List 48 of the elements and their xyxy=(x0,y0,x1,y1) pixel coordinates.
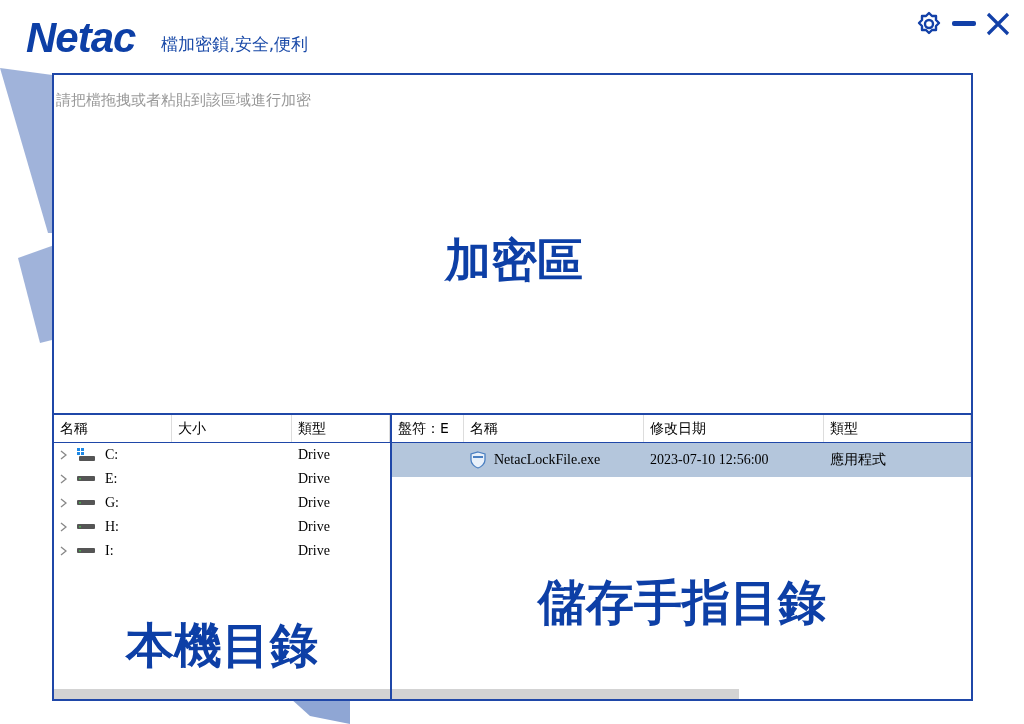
system-drive-icon xyxy=(77,448,95,462)
drop-hint: 請把檔拖拽或者粘貼到該區域進行加密 xyxy=(56,91,312,110)
netac-logo: Netac xyxy=(26,14,136,62)
file-row[interactable]: NetacLockFile.exe 2023-07-10 12:56:00 應用程式 xyxy=(392,443,971,477)
drive-icon xyxy=(77,476,95,482)
horizontal-scrollbar[interactable] xyxy=(54,689,390,699)
column-header[interactable]: 名稱 xyxy=(54,415,172,442)
drive-row[interactable]: H: Drive xyxy=(54,515,390,539)
type-cell-text: Drive xyxy=(297,519,331,535)
date-cell-text: 2023-07-10 12:56:00 xyxy=(649,452,770,468)
panel-title: 儲存手指目錄 xyxy=(537,573,826,632)
panel-title: 本機目錄 xyxy=(126,616,318,675)
expand-chevron-icon[interactable] xyxy=(60,474,67,484)
shield-icon xyxy=(470,451,486,469)
type-cell-text: Drive xyxy=(297,471,331,487)
column-header[interactable]: 大小 xyxy=(172,415,292,442)
area-title: 加密區 xyxy=(444,232,583,289)
tagline: 檔加密鎖,安全,便利 xyxy=(161,32,309,56)
type-cell-text: Drive xyxy=(297,543,331,559)
type-cell-text: Drive xyxy=(297,447,331,463)
drive-row[interactable]: G: Drive xyxy=(54,491,390,515)
file-name: NetacLockFile.exe xyxy=(494,452,601,468)
drive-icon xyxy=(77,500,95,506)
settings-icon[interactable] xyxy=(916,11,942,37)
drive-name: H: xyxy=(105,519,119,535)
drive-name: C: xyxy=(105,447,119,463)
drive-icon xyxy=(77,548,95,554)
column-header[interactable]: 修改日期 xyxy=(644,415,824,442)
column-header[interactable]: 名稱 xyxy=(464,415,644,442)
column-header[interactable]: 盤符：E xyxy=(392,415,464,442)
column-header[interactable]: 類型 xyxy=(292,415,390,442)
drive-icon xyxy=(77,524,95,530)
type-cell-text: 應用程式 xyxy=(829,451,887,469)
expand-chevron-icon[interactable] xyxy=(60,450,67,460)
drive-row[interactable]: E: Drive xyxy=(54,467,390,491)
column-header[interactable]: 類型 xyxy=(824,415,971,442)
type-cell-text: Drive xyxy=(297,495,331,511)
drive-row[interactable]: C: Drive xyxy=(54,443,390,467)
drive-name: E: xyxy=(105,471,118,487)
expand-chevron-icon[interactable] xyxy=(60,522,67,532)
drive-row[interactable]: I: Drive xyxy=(54,539,390,563)
expand-chevron-icon[interactable] xyxy=(60,546,67,556)
expand-chevron-icon[interactable] xyxy=(60,498,67,508)
minimize-icon[interactable] xyxy=(952,21,976,27)
drive-name: I: xyxy=(105,543,114,559)
drive-name: G: xyxy=(105,495,119,511)
encryption-drop-area[interactable]: 請把檔拖拽或者粘貼到該區域進行加密 加密區 xyxy=(54,75,971,413)
close-icon[interactable] xyxy=(986,12,1010,36)
